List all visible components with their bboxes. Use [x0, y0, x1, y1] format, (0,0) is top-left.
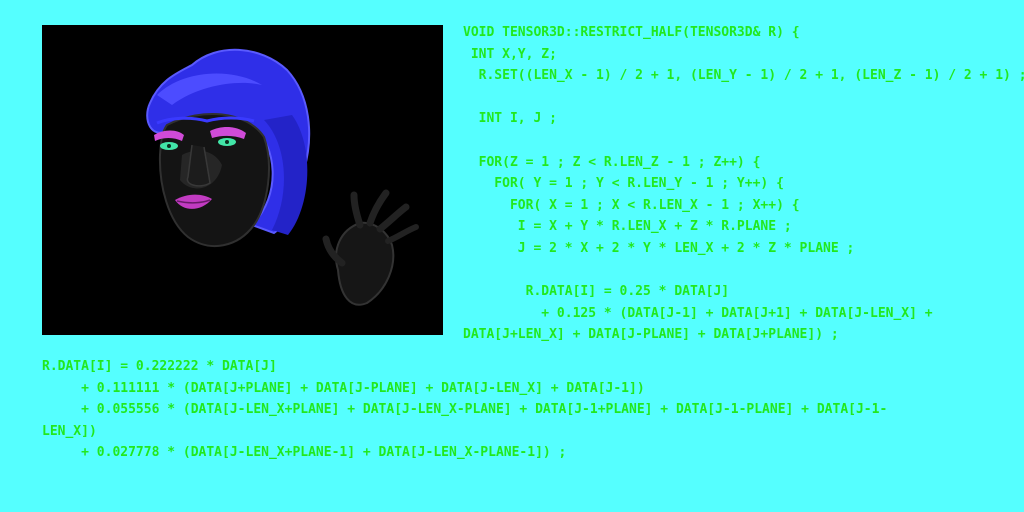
code-line: + 0.125 * (data[j-1] + data[j+1] + data[… [463, 305, 933, 321]
code-line: i = x + y * r.len_x + z * r.plane ; [463, 219, 792, 235]
code-line: for( x = 1 ; x < r.len_x - 1 ; x++) { [463, 197, 800, 213]
code-line: + 0.027778 * (data[j-len_x+plane-1] + da… [42, 445, 567, 461]
code-line: for(z = 1 ; z < r.len_z - 1 ; z++) { [463, 154, 761, 170]
code-listing-top: void Tensor3D::restrict_half(Tensor3D& r… [463, 22, 1024, 346]
code-line: r.data[i] = 0.222222 * data[j] [42, 359, 277, 374]
hand-finger-1 [350, 191, 364, 229]
hand-render [322, 189, 419, 306]
code-line: r.data[i] = 0.25 * data[j] [463, 284, 730, 300]
face-render [146, 48, 311, 248]
scene-render [146, 48, 419, 306]
code-line: int i, j ; [463, 111, 557, 127]
code-line: len_x]) [42, 423, 97, 439]
pupil-right [225, 140, 229, 144]
code-line: for( y = 1 ; y < r.len_y - 1 ; y++) { [463, 176, 784, 192]
code-line: data[j+len_x] + data[j-plane] + data[j+p… [463, 327, 839, 343]
code-line: r.set((len_x - 1) / 2 + 1, (len_y - 1) /… [463, 68, 1024, 84]
code-line: + 0.055556 * (data[j-len_x+plane] + data… [42, 402, 888, 418]
code-line: j = 2 * x + 2 * y * len_x + 2 * z * plan… [463, 240, 855, 256]
hand-finger-3 [376, 203, 410, 233]
code-line: void Tensor3D::restrict_half(Tensor3D& r… [463, 25, 800, 40]
code-listing-bottom: r.data[i] = 0.222222 * data[j] + 0.11111… [42, 356, 1002, 464]
render-viewport [42, 25, 443, 335]
code-line: int x,y, z; [463, 46, 557, 62]
hand-finger-2 [366, 189, 390, 227]
code-line: + 0.111111 * (data[j+plane] + data[j-pla… [42, 380, 645, 396]
pupil-left [167, 144, 171, 148]
hand-finger-4 [385, 224, 419, 244]
